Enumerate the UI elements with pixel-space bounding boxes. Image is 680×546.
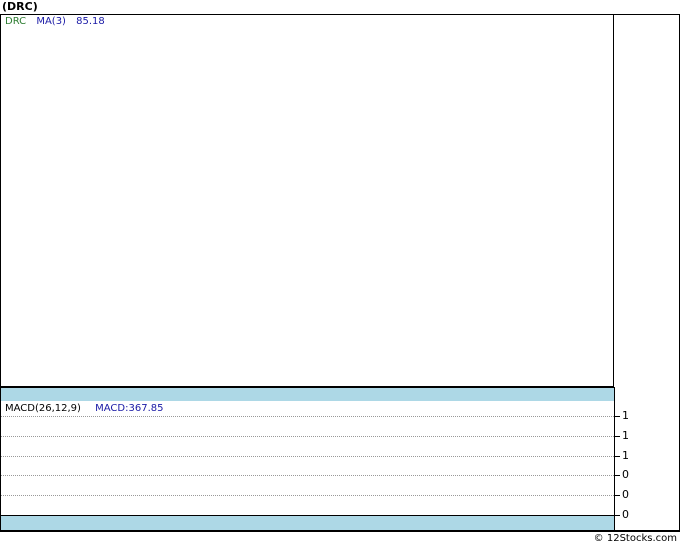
macd-label: MACD(26,12,9) (5, 403, 81, 414)
ticker-label: DRC (5, 16, 27, 27)
macd-axis-tick-label: 0 (622, 488, 629, 501)
macd-axis-tick-label: 1 (622, 449, 629, 462)
macd-grid-line (1, 416, 614, 417)
macd-grid-line (1, 475, 614, 476)
chart-title: (DRC) (2, 0, 38, 13)
macd-grid-line (1, 456, 614, 457)
macd-bottom-strip (0, 515, 615, 531)
bottom-border (0, 531, 680, 532)
ma-value: 85.18 (76, 16, 105, 27)
macd-grid-line (1, 495, 614, 496)
price-panel (0, 14, 614, 387)
macd-axis-tick-label: 1 (622, 409, 629, 422)
price-volume-strip (0, 387, 615, 402)
macd-grid-line (1, 436, 614, 437)
ma-label: MA(3) (36, 16, 66, 27)
macd-axis-tick (615, 475, 620, 476)
macd-value: MACD:367.85 (95, 403, 164, 414)
macd-axis-tick (615, 436, 620, 437)
price-legend: DRC MA(3) 85.18 (5, 16, 105, 28)
macd-legend: MACD(26,12,9) MACD:367.85 (5, 403, 163, 415)
macd-axis-tick (615, 416, 620, 417)
macd-axis-tick-label: 1 (622, 429, 629, 442)
macd-axis-tick-label: 0 (622, 468, 629, 481)
macd-axis-tick-label: 0 (622, 508, 629, 521)
macd-panel (0, 401, 615, 516)
macd-axis-tick (615, 495, 620, 496)
macd-axis-tick (615, 515, 620, 516)
price-axis (614, 14, 680, 402)
copyright-footer: © 12Stocks.com (593, 533, 677, 544)
macd-axis-tick (615, 456, 620, 457)
